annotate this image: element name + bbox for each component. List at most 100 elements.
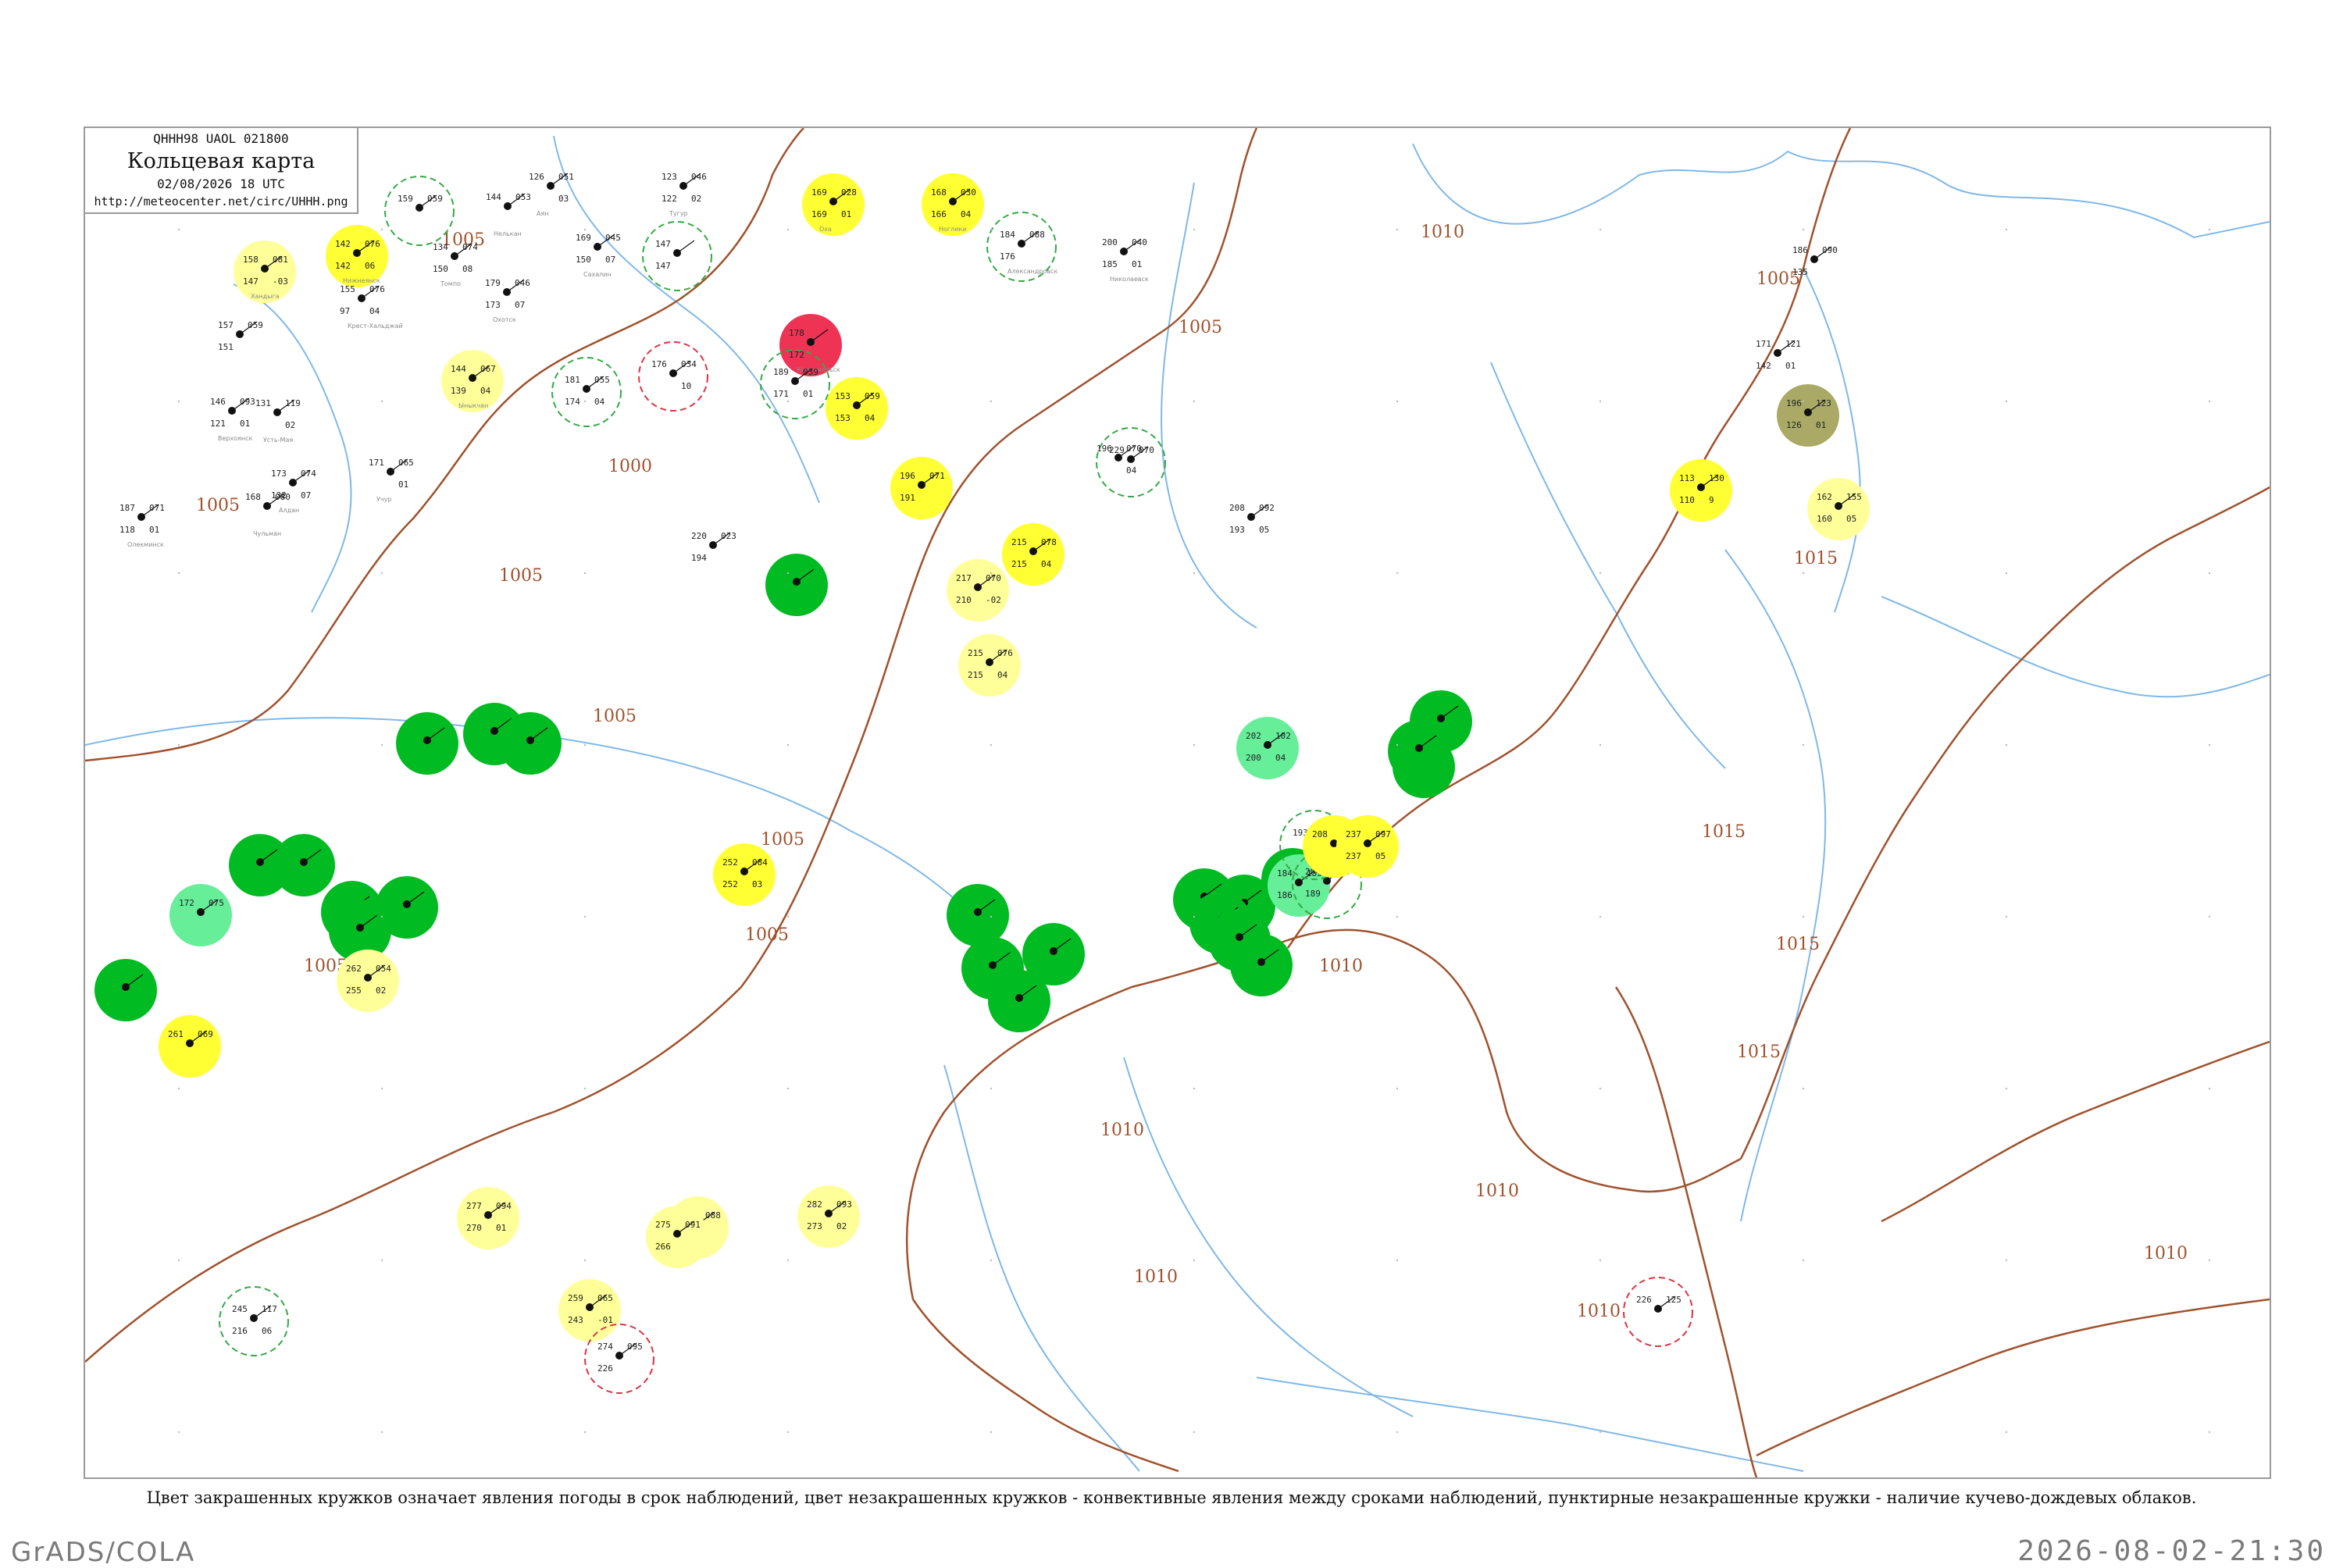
weather-station[interactable]: 158 147 081 -03 Хандыга [234,241,296,303]
weather-station[interactable]: 186 135 090 [1792,245,1838,277]
weather-station[interactable]: 169 169 028 01 Оха [802,173,865,236]
weather-station[interactable] [765,554,828,616]
weather-station[interactable]: 196 191 071 [890,457,953,519]
weather-station[interactable]: 220 194 023 [691,531,736,563]
weather-station[interactable]: 229 070 [1096,427,1166,497]
isobar-label: 1015 [1794,549,1838,568]
weather-station[interactable]: 215 215 076 04 [958,634,1021,697]
isobar-label: 1015 [1776,935,1820,954]
pressure-value: 059 [427,194,443,204]
pressure-tendency: -02 [986,595,1001,605]
weather-station[interactable] [1230,934,1293,996]
weather-station[interactable]: 169 150 045 07 Сахалин [576,233,621,278]
weather-station[interactable]: 173 132 074 07Алдан [271,469,316,514]
air-temperature: 220 [691,531,707,541]
air-temperature: 176 [651,359,667,369]
air-temperature: 171 [1756,339,1771,349]
weather-station[interactable]: 162 160 155 05 [1807,478,1870,540]
pressure-value: 046 [691,172,707,182]
weather-station[interactable]: 184 176 088 Александровск [986,212,1057,282]
weather-station[interactable]: 144 053 Нелькан [486,192,531,237]
weather-station[interactable]: 215 215 078 04 [1002,523,1065,586]
weather-station[interactable]: 187 118 071 01 Олекминск [119,503,165,548]
station-name: Охотск [493,316,516,323]
weather-station[interactable]: 217 210 070 -02 [947,559,1009,622]
weather-station[interactable] [376,876,438,939]
weather-station[interactable]: 131 119 02 Усть-Мая [255,398,301,444]
weather-station[interactable]: 172 075 [169,884,232,946]
coastline [1412,143,2270,239]
weather-station[interactable]: 157 151 059 [218,320,263,352]
air-temperature: 168 [245,492,261,502]
isobar [740,128,1258,988]
river [553,135,820,504]
grid-dot [177,1087,180,1090]
weather-station[interactable] [396,712,458,775]
weather-station[interactable]: 147 147 [642,221,712,291]
pressure-value: 074 [462,242,478,252]
weather-station[interactable]: 208 193 092 05 [1229,503,1275,535]
weather-station[interactable]: 179 173 046 07 Охотск [485,278,530,323]
weather-station[interactable]: 200 185 040 01 Николаевск [1102,237,1149,283]
pressure-value: 074 [301,469,316,479]
dew-point: 189 [1305,889,1321,899]
grid-dot [1802,1259,1805,1262]
pressure-value: 054 [376,964,391,974]
weather-station[interactable] [947,884,1009,946]
dew-point: 153 [835,413,851,423]
weather-station[interactable]: 153 153 059 04 [826,377,888,440]
isobar-label: 1005 [745,925,789,945]
pressure-tendency: 05 [1259,525,1269,535]
pressure-value: 117 [262,1304,277,1314]
weather-station[interactable]: 146 121 093 01 Верхоянск [210,397,255,442]
weather-station[interactable]: 277 270 094 01 [457,1187,519,1249]
weather-station[interactable]: 226 125 [1623,1277,1693,1347]
pressure-value: 067 [480,364,496,374]
weather-station[interactable]: 113 110 130 9 [1670,459,1732,522]
grid-dot [1193,228,1196,231]
air-temperature: 196 [1786,398,1802,408]
weather-station[interactable]: 202 200 102 04 [1236,717,1299,779]
weather-station[interactable]: 196 126 123 01 [1777,384,1839,447]
weather-station[interactable]: 282 273 093 02 [797,1185,860,1248]
pressure-tendency: 04 [961,209,972,219]
weather-station[interactable]: 274 226 095 [584,1324,654,1394]
weather-station[interactable]: 144 139 067 04 Ыныкчан [441,350,504,412]
weather-station[interactable]: 142 142 076 06 Нижнеянск [326,225,388,287]
air-temperature: 215 [1011,537,1027,547]
grid-dot [1396,743,1399,747]
map-url[interactable]: http://meteocenter.net/circ/UHHH.png [85,194,357,208]
weather-station[interactable]: 171 065 01 Учур [369,458,414,503]
dew-point: 185 [1102,259,1118,269]
weather-station[interactable] [95,959,157,1021]
pressure-value: 034 [681,359,697,369]
weather-station[interactable]: 262 255 054 02 [337,950,399,1012]
weather-station[interactable]: 181 174 055 04 [551,357,622,427]
station-name: Томпо [440,280,461,287]
weather-station[interactable] [499,712,562,775]
weather-station[interactable]: 259 243 065 -01 [558,1279,621,1342]
grid-dot [1599,915,1602,918]
grid-dot [1193,1431,1196,1434]
dew-point: 210 [956,595,972,605]
dew-point: 150 [576,255,591,265]
weather-station[interactable]: 168 166 030 04 Ноглики [922,173,984,236]
weather-station[interactable]: 123 122 046 02Тугур [662,172,707,217]
pressure-tendency: 01 [841,209,851,219]
weather-station[interactable]: 261 069 [159,1015,221,1078]
weather-station[interactable]: 252 252 084 03 [713,843,776,906]
grid-dot [2005,1259,2008,1262]
weather-station[interactable] [229,834,291,896]
pressure-value: 076 [369,284,385,294]
weather-station[interactable]: 245 216 117 06 [219,1286,289,1356]
weather-station[interactable] [1388,720,1450,782]
weather-station[interactable]: 275 266 091 [646,1206,708,1268]
weather-station[interactable] [1022,923,1085,985]
weather-station[interactable]: 176 034 10 [638,341,708,412]
weather-station[interactable]: 171 142 121 01 [1756,339,1801,371]
weather-station[interactable]: 126 051 03 Аян [529,172,574,217]
weather-station[interactable]: 155 97 076 04 Крест-Хальджай [340,284,403,330]
grid-dot [990,1259,993,1262]
weather-station[interactable]: 237 237 097 05 [1336,815,1399,878]
air-temperature: 196 [1097,444,1112,454]
